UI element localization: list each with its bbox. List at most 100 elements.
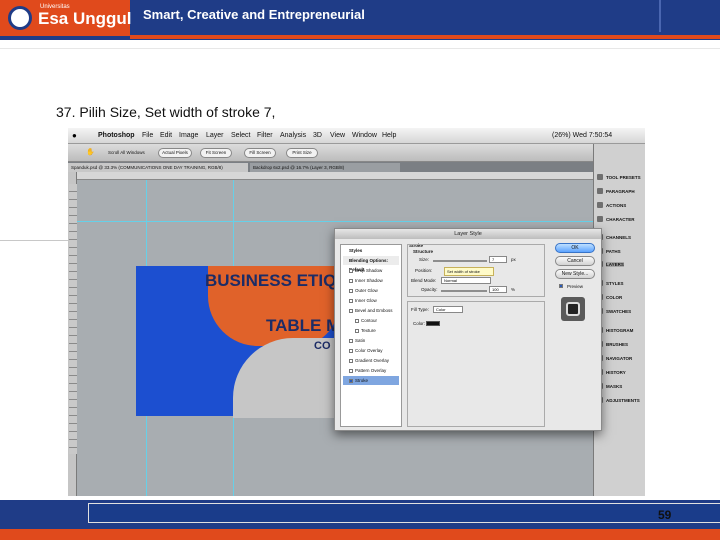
tab-backdrop[interactable]: Backdrop 6x2.psd @ 16.7% (Layer 3, RGB/8…: [250, 163, 400, 172]
preview-label: Preview: [567, 284, 584, 289]
panel-channels[interactable]: CHANNELS: [606, 235, 631, 240]
panel-paths[interactable]: PATHS: [606, 249, 621, 254]
character-icon[interactable]: [597, 216, 603, 222]
cancel-button[interactable]: Cancel: [555, 256, 595, 266]
style-checkbox[interactable]: [355, 318, 359, 323]
style-checkbox[interactable]: [349, 278, 353, 283]
menu-3d[interactable]: 3D: [313, 132, 322, 139]
horizontal-ruler: [77, 172, 593, 180]
blend-mode-label: Blend Mode:: [411, 278, 437, 283]
style-item[interactable]: Satin: [343, 336, 399, 345]
panel-histogram[interactable]: HISTOGRAM: [606, 328, 633, 333]
tool-presets-icon[interactable]: [597, 174, 603, 180]
style-label: Gradient Overlay: [355, 358, 390, 363]
size-slider[interactable]: [433, 260, 487, 262]
panel-color[interactable]: COLOR: [606, 295, 622, 300]
apple-icon[interactable]: ●: [72, 131, 77, 140]
size-input[interactable]: 7: [489, 256, 507, 263]
style-checkbox[interactable]: [349, 358, 353, 363]
menu-view[interactable]: View: [330, 132, 345, 139]
style-item[interactable]: Contour: [343, 316, 399, 325]
menu-layer[interactable]: Layer: [206, 132, 224, 139]
styles-header[interactable]: Styles: [343, 246, 399, 255]
menu-filter[interactable]: Filter: [257, 132, 273, 139]
scroll-all-windows-checkbox[interactable]: Scroll All Windows: [108, 150, 145, 155]
paragraph-icon[interactable]: [597, 188, 603, 194]
menu-bar: ● Photoshop File Edit Image Layer Select…: [68, 128, 645, 144]
size-label: Size:: [419, 257, 430, 262]
style-item[interactable]: Gradient Overlay: [343, 356, 399, 365]
panel-masks[interactable]: MASKS: [606, 384, 622, 389]
print-size-button[interactable]: Print Size: [286, 148, 318, 158]
style-checkbox[interactable]: [349, 288, 353, 293]
style-checkbox[interactable]: [349, 348, 353, 353]
style-label: Inner Shadow: [355, 278, 383, 283]
opacity-label: Opacity:: [421, 287, 438, 292]
panel-styles[interactable]: STYLES: [606, 281, 624, 286]
tagline: Smart, Creative and Entrepreneurial: [143, 7, 365, 22]
opacity-input[interactable]: 100: [489, 286, 507, 293]
style-label: Satin: [355, 338, 366, 343]
stroke-color-swatch[interactable]: [426, 321, 440, 326]
menu-select[interactable]: Select: [231, 132, 250, 139]
menu-image[interactable]: Image: [179, 132, 198, 139]
dialog-title: Layer Style: [335, 229, 601, 239]
ok-button[interactable]: OK: [555, 243, 595, 253]
panel-navigator[interactable]: NAVIGATOR: [606, 356, 632, 361]
panel-paragraph[interactable]: PARAGRAPH: [606, 189, 635, 194]
tab-spanduk[interactable]: Spanduk.psd @ 33.3% (COMMUNICATIONS ONE …: [68, 163, 248, 172]
stroke-checkbox[interactable]: [349, 378, 353, 383]
actions-icon[interactable]: [597, 202, 603, 208]
size-tooltip: Set width of stroke: [444, 267, 494, 276]
panel-history[interactable]: HISTORY: [606, 370, 626, 375]
menu-file[interactable]: File: [142, 132, 153, 139]
style-item-stroke[interactable]: Stroke: [343, 376, 399, 385]
style-item[interactable]: Bevel and Emboss: [343, 306, 399, 315]
actual-pixels-button[interactable]: Actual Pixels: [158, 148, 192, 158]
fill-type-select[interactable]: Color: [433, 306, 463, 313]
fit-screen-button[interactable]: Fit Screen: [200, 148, 232, 158]
style-label: Stroke: [355, 378, 369, 383]
panel-layers[interactable]: LAYERS: [606, 262, 624, 267]
style-item[interactable]: Inner Shadow: [343, 276, 399, 285]
panel-adjustments[interactable]: ADJUSTMENTS: [606, 398, 640, 403]
panel-brushes[interactable]: BRUSHES: [606, 342, 628, 347]
panel-swatches[interactable]: SWATCHES: [606, 309, 631, 314]
new-style-button[interactable]: New Style...: [555, 269, 595, 279]
page-number: 59: [658, 508, 672, 522]
banner-text-2: TABLE M: [266, 316, 341, 335]
style-item[interactable]: Color Overlay: [343, 346, 399, 355]
opacity-slider[interactable]: [441, 290, 487, 292]
panel-actions[interactable]: ACTIONS: [606, 203, 626, 208]
menu-edit[interactable]: Edit: [160, 132, 172, 139]
hand-tool-icon[interactable]: ✋: [86, 148, 95, 156]
preview-checkbox[interactable]: [559, 284, 563, 288]
style-item[interactable]: Pattern Overlay: [343, 366, 399, 375]
style-item[interactable]: Drop Shadow: [343, 266, 399, 275]
footer-frame: [88, 503, 720, 523]
style-checkbox[interactable]: [349, 298, 353, 303]
style-item[interactable]: Inner Glow: [343, 296, 399, 305]
menu-photoshop[interactable]: Photoshop: [98, 132, 135, 139]
style-item[interactable]: Outer Glow: [343, 286, 399, 295]
header-stripe: [130, 35, 720, 39]
style-checkbox[interactable]: [355, 328, 359, 333]
style-checkbox[interactable]: [349, 368, 353, 373]
panel-tool-presets[interactable]: TOOL PRESETS: [606, 175, 641, 180]
style-checkbox[interactable]: [349, 268, 353, 273]
blending-options-item[interactable]: Blending Options: Default: [343, 256, 399, 272]
header-separator: [0, 48, 720, 49]
style-checkbox[interactable]: [349, 338, 353, 343]
menu-analysis[interactable]: Analysis: [280, 132, 306, 139]
menu-help[interactable]: Help: [382, 132, 396, 139]
style-preview-swatch: [566, 302, 580, 316]
panel-character[interactable]: CHARACTER: [606, 217, 635, 222]
menu-window[interactable]: Window: [352, 132, 377, 139]
style-label: Texture: [361, 328, 376, 333]
style-item[interactable]: Texture: [343, 326, 399, 335]
fill-screen-button[interactable]: Fill Screen: [244, 148, 276, 158]
banner-text-3: CO: [314, 340, 331, 352]
blend-mode-select[interactable]: Normal: [441, 277, 491, 284]
style-checkbox[interactable]: [349, 308, 353, 313]
fill-group: [407, 301, 545, 427]
